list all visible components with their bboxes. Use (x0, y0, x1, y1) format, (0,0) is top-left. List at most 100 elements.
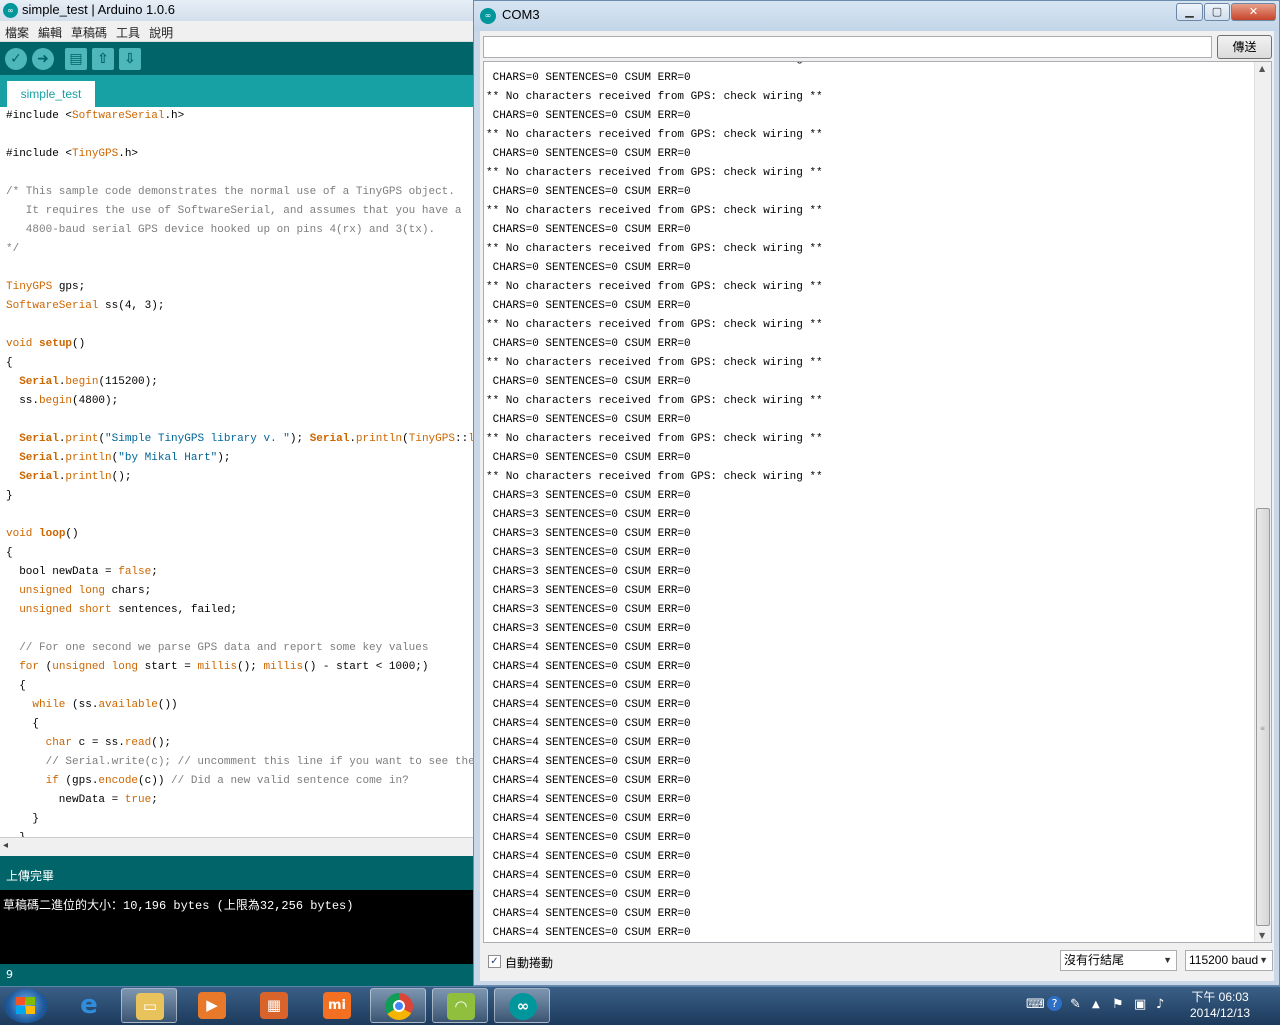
serial-line: CHARS=4 SENTENCES=0 CSUM ERR=0 (486, 680, 691, 692)
windows-logo-icon (16, 997, 36, 1015)
menu-edit[interactable]: 編輯 (33, 21, 66, 41)
serial-output[interactable]: ** No characters received from GPS: chec… (483, 61, 1272, 943)
network-icon[interactable]: ▣ (1134, 997, 1146, 1012)
volume-icon[interactable]: ♪ (1156, 997, 1164, 1012)
code-editor[interactable]: #include <SoftwareSerial.h> #include <Tin… (0, 107, 475, 837)
serial-line: CHARS=4 SENTENCES=0 CSUM ERR=0 (486, 699, 691, 711)
serial-line: CHARS=0 SENTENCES=0 CSUM ERR=0 (486, 148, 691, 160)
help-icon[interactable]: ? (1047, 996, 1062, 1011)
serial-line: CHARS=3 SENTENCES=0 CSUM ERR=0 (486, 509, 691, 521)
minimize-icon[interactable]: ▁ (1176, 3, 1203, 21)
serial-line: CHARS=4 SENTENCES=0 CSUM ERR=0 (486, 889, 691, 901)
scroll-down-icon[interactable]: ▼ (1259, 931, 1265, 940)
chevron-down-icon: ▼ (1259, 955, 1268, 965)
menu-sketch[interactable]: 草稿碼 (66, 21, 111, 41)
ide-toolbar: ✓ ➜ ▤ ⇧ ⇩ (0, 42, 475, 75)
taskbar-control-panel[interactable]: ▦ (246, 988, 302, 1023)
taskbar-arduino[interactable]: ∞ (494, 988, 550, 1023)
serial-titlebar: ∞ COM3 ▁ ▢ ✕ (474, 1, 1279, 31)
close-icon[interactable]: ✕ (1231, 3, 1276, 21)
code-line: Serial.print("Simple TinyGPS library v. … (19, 433, 475, 445)
serial-line: CHARS=4 SENTENCES=0 CSUM ERR=0 (486, 642, 691, 654)
line-ending-select[interactable]: 沒有行結尾 ▼ (1060, 950, 1177, 971)
chevron-up-icon[interactable]: ▲ (1092, 999, 1100, 1010)
taskbar-chrome[interactable] (370, 988, 426, 1023)
new-file-icon[interactable]: ▤ (65, 48, 87, 70)
serial-line: CHARS=4 SENTENCES=0 CSUM ERR=0 (486, 927, 691, 939)
tab-simple-test[interactable]: simple_test (7, 81, 95, 107)
maximize-icon[interactable]: ▢ (1204, 3, 1230, 21)
code-line: } (6, 813, 40, 825)
clock-time: 下午 06:03 (1191, 990, 1249, 1004)
internet-explorer-icon: e (80, 990, 98, 1020)
code-line: char c = ss.read(); (45, 737, 172, 749)
ide-footer: 9 (0, 964, 475, 986)
media-player-icon: ▶ (198, 992, 226, 1019)
verify-icon[interactable]: ✓ (5, 48, 27, 70)
serial-line: CHARS=3 SENTENCES=0 CSUM ERR=0 (486, 623, 691, 635)
serial-line: CHARS=4 SENTENCES=0 CSUM ERR=0 (486, 908, 691, 920)
menu-file[interactable]: 檔案 (0, 21, 33, 41)
line-ending-value: 沒有行結尾 (1064, 953, 1125, 967)
serial-line: CHARS=0 SENTENCES=0 CSUM ERR=0 (486, 376, 691, 388)
taskbar-clock[interactable]: 下午 06:03 2014/12/13 (1186, 989, 1254, 1021)
code-line: /* This sample code demonstrates the nor… (6, 186, 455, 198)
scroll-up-icon[interactable]: ▲ (1259, 64, 1265, 73)
checkmark-icon[interactable]: ✓ (488, 955, 501, 968)
ide-titlebar: ∞ simple_test | Arduino 1.0.6 (0, 0, 475, 21)
arduino-ide-window: ∞ simple_test | Arduino 1.0.6 檔案 編輯 草稿碼 工具說… (0, 0, 475, 986)
serial-line: ** No characters received from GPS: chec… (486, 91, 823, 103)
send-button[interactable]: 傳送 (1217, 35, 1272, 59)
output-vertical-scrollbar[interactable]: ▲ ≡ ▼ (1254, 62, 1271, 942)
folder-icon: ▭ (136, 993, 164, 1020)
editor-horizontal-scrollbar[interactable]: ◂ (0, 837, 475, 856)
code-line: bool newData = false; (6, 566, 158, 578)
scroll-left-icon[interactable]: ◂ (3, 840, 8, 851)
ide-menubar: 檔案 編輯 草稿碼 工具 說明 (0, 21, 475, 42)
taskbar-mi[interactable]: mi (309, 988, 365, 1023)
code-line: } (6, 829, 475, 837)
serial-line: CHARS=0 SENTENCES=0 CSUM ERR=0 (486, 224, 691, 236)
code-line: { (6, 357, 13, 369)
code-line: // For one second we parse GPS data and … (6, 642, 429, 654)
code-line: unsigned short sentences, failed; (19, 604, 238, 616)
mi-icon: mi (323, 992, 351, 1019)
open-file-icon[interactable]: ⇧ (92, 48, 114, 70)
ide-console: 草稿碼二進位的大小：10,196 bytes (上限為32,256 bytes) (0, 890, 475, 964)
upload-icon[interactable]: ➜ (32, 48, 54, 70)
taskbar-android-studio[interactable]: ◠ (432, 988, 488, 1023)
serial-line: CHARS=4 SENTENCES=0 CSUM ERR=0 (486, 756, 691, 768)
arduino-logo-icon: ∞ (3, 3, 18, 18)
serial-line: CHARS=4 SENTENCES=0 CSUM ERR=0 (486, 794, 691, 806)
menu-tools[interactable]: 工具 (111, 21, 144, 41)
keyboard-icon[interactable]: ⌨ (1026, 997, 1045, 1012)
serial-line: CHARS=4 SENTENCES=0 CSUM ERR=0 (486, 661, 691, 673)
clock-date: 2014/12/13 (1189, 1006, 1251, 1020)
send-input[interactable] (483, 36, 1212, 58)
windows-start-button[interactable] (4, 989, 48, 1023)
status-message: 上傳完畢 (6, 869, 55, 883)
ide-status-bar: 上傳完畢 (0, 856, 475, 890)
scrollbar-thumb[interactable]: ≡ (1256, 508, 1270, 926)
serial-line: CHARS=3 SENTENCES=0 CSUM ERR=0 (486, 490, 691, 502)
serial-line: ** No characters received from GPS: chec… (486, 395, 823, 407)
serial-line: CHARS=3 SENTENCES=0 CSUM ERR=0 (486, 566, 691, 578)
save-file-icon[interactable]: ⇩ (119, 48, 141, 70)
grip-icon: ≡ (1260, 725, 1266, 732)
taskbar-media-player[interactable]: ▶ (184, 988, 240, 1023)
pen-icon[interactable]: ✎ (1070, 997, 1081, 1012)
serial-line: CHARS=0 SENTENCES=0 CSUM ERR=0 (486, 300, 691, 312)
flag-icon[interactable]: ⚑ (1112, 997, 1124, 1012)
serial-line: CHARS=0 SENTENCES=0 CSUM ERR=0 (486, 452, 691, 464)
code-line: newData = true; (6, 794, 158, 806)
taskbar-file-explorer[interactable]: ▭ (121, 988, 177, 1023)
code-line: void loop() (6, 528, 79, 540)
taskbar-internet-explorer[interactable]: e (61, 988, 117, 1023)
code-line: unsigned long chars; (19, 585, 152, 597)
baud-rate-select[interactable]: 115200 baud ▼ (1185, 950, 1273, 971)
code-line: #include <TinyGPS.h> (6, 148, 139, 160)
menu-help[interactable]: 說明 (144, 21, 177, 41)
